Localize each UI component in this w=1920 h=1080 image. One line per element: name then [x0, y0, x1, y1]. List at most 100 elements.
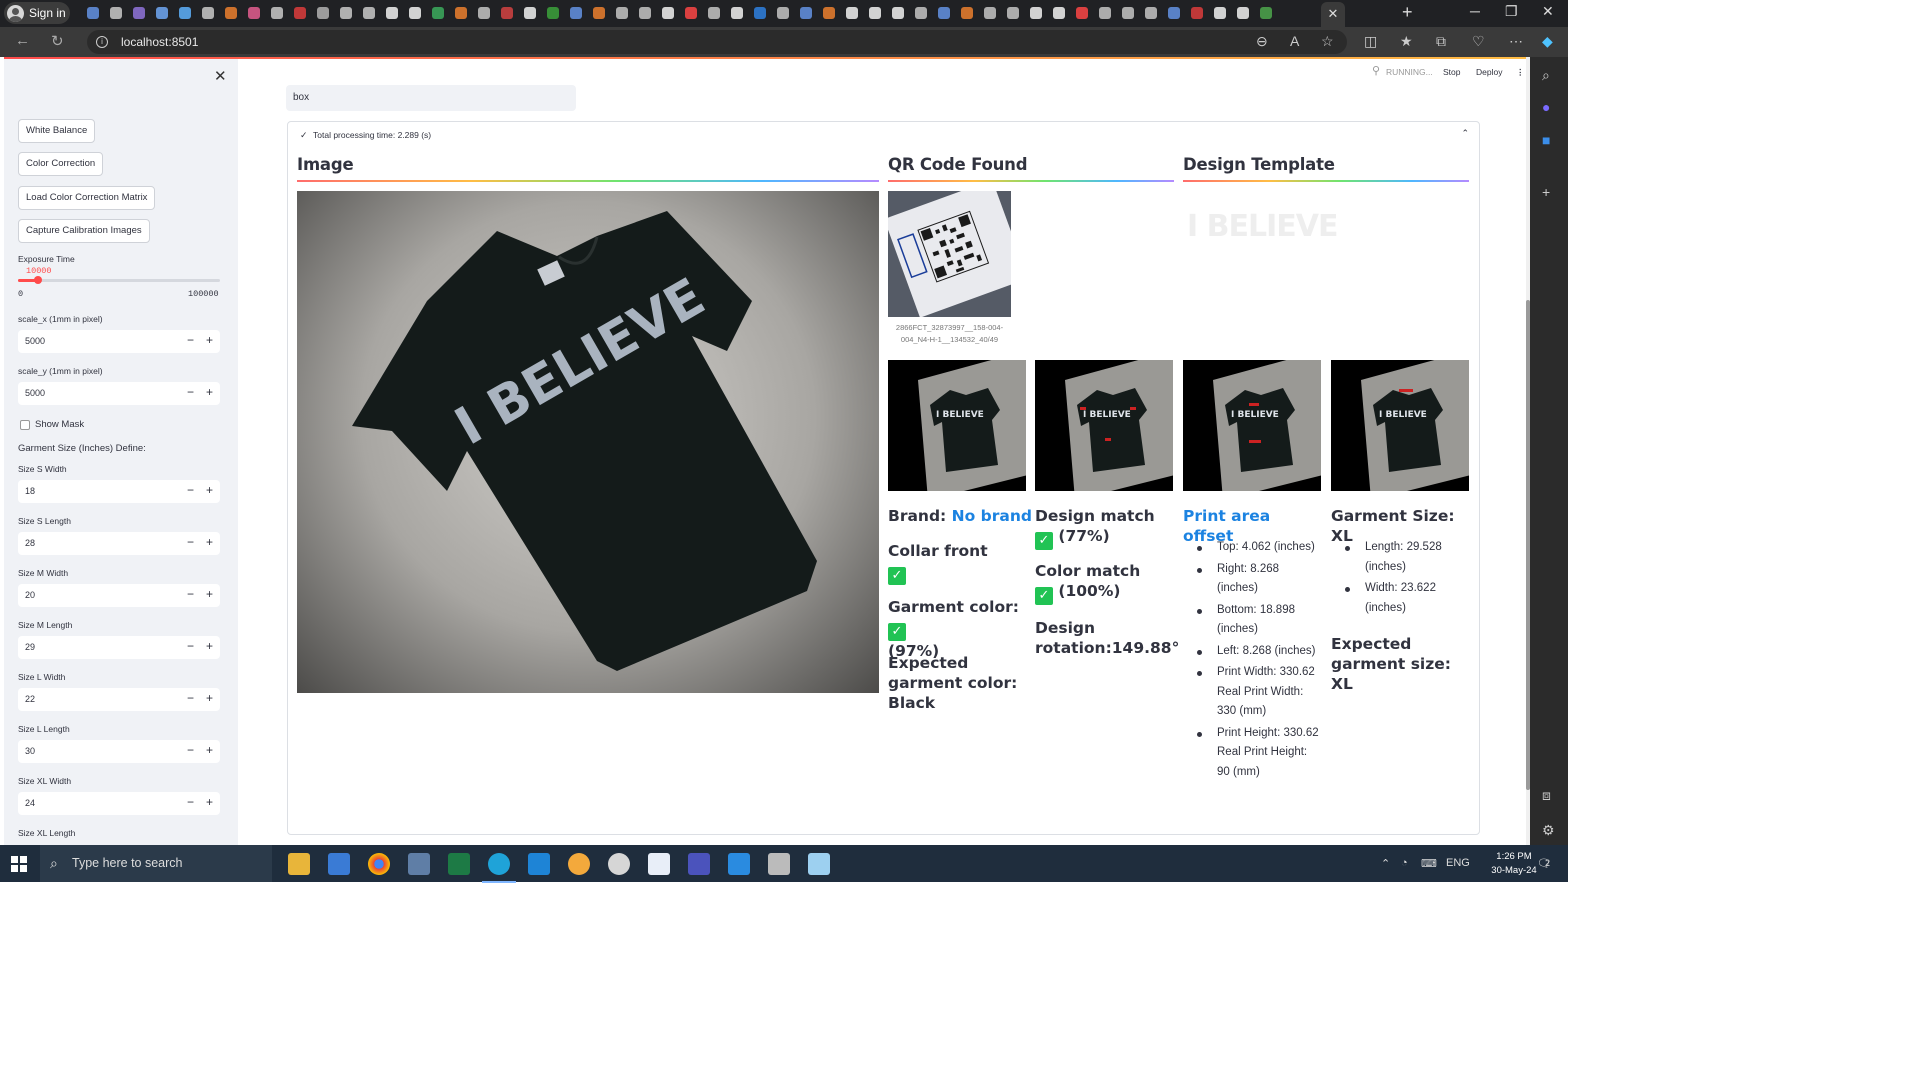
app-icon[interactable]: [768, 853, 790, 875]
tab-favicon-icon[interactable]: [912, 4, 930, 22]
white-balance-button[interactable]: White Balance: [18, 119, 96, 143]
refresh-icon[interactable]: ↻: [51, 32, 64, 50]
wifi-icon[interactable]: ◔: [1401, 857, 1408, 869]
file-explorer-icon[interactable]: [288, 853, 310, 875]
tab-favicons[interactable]: [84, 4, 1275, 22]
chevron-up-icon[interactable]: ⌃: [1461, 128, 1469, 139]
tab-favicon-icon[interactable]: [958, 4, 976, 22]
screenshot-icon[interactable]: ⧈: [1542, 787, 1551, 804]
increment-button[interactable]: +: [206, 691, 213, 705]
tab-favicon-icon[interactable]: [452, 4, 470, 22]
size-field-input[interactable]: 29 − +: [18, 636, 220, 659]
tab-favicon-icon[interactable]: [1050, 4, 1068, 22]
chart-app-icon[interactable]: [648, 853, 670, 875]
size-field-input[interactable]: 30 − +: [18, 740, 220, 763]
tab-favicon-icon[interactable]: [245, 4, 263, 22]
tab-favicon-icon[interactable]: [1119, 4, 1137, 22]
tab-favicon-icon[interactable]: [1165, 4, 1183, 22]
active-tab-close-icon[interactable]: ✕: [1321, 2, 1345, 27]
decrement-button[interactable]: −: [187, 587, 194, 601]
tab-favicon-icon[interactable]: [1211, 4, 1229, 22]
decrement-button[interactable]: −: [187, 535, 194, 549]
tab-favicon-icon[interactable]: [1004, 4, 1022, 22]
tab-favicon-icon[interactable]: [843, 4, 861, 22]
main-menu-icon[interactable]: ⋮: [1516, 67, 1525, 78]
size-field-input[interactable]: 24 − +: [18, 792, 220, 815]
tab-favicon-icon[interactable]: [153, 4, 171, 22]
tab-favicon-icon[interactable]: [935, 4, 953, 22]
decrement-button[interactable]: −: [187, 385, 194, 399]
tab-favicon-icon[interactable]: [268, 4, 286, 22]
teams-icon[interactable]: [688, 853, 710, 875]
size-field-input[interactable]: 18 − +: [18, 480, 220, 503]
taskbar-search[interactable]: ⌕ Type here to search: [40, 845, 272, 882]
increment-button[interactable]: +: [206, 333, 213, 347]
clock[interactable]: 1:26 PM 30-May-24: [1488, 850, 1540, 878]
show-mask-checkbox[interactable]: [20, 420, 30, 430]
tab-favicon-icon[interactable]: [314, 4, 332, 22]
exposure-time-slider[interactable]: [18, 276, 220, 284]
scale-x-input[interactable]: 5000 − +: [18, 330, 220, 353]
favorite-star-icon[interactable]: ☆: [1321, 33, 1334, 50]
keyboard-icon[interactable]: ⌨: [1421, 857, 1437, 870]
tab-favicon-icon[interactable]: [1096, 4, 1114, 22]
increment-button[interactable]: +: [206, 743, 213, 757]
store-icon[interactable]: [328, 853, 350, 875]
decrement-button[interactable]: −: [187, 483, 194, 497]
scale-y-input[interactable]: 5000 − +: [18, 382, 220, 405]
tab-favicon-icon[interactable]: [705, 4, 723, 22]
increment-button[interactable]: +: [206, 385, 213, 399]
tab-favicon-icon[interactable]: [751, 4, 769, 22]
stop-button[interactable]: Stop: [1443, 67, 1461, 77]
tab-favicon-icon[interactable]: [176, 4, 194, 22]
tab-favicon-icon[interactable]: [774, 4, 792, 22]
new-tab-icon[interactable]: +: [1402, 2, 1413, 23]
chrome-icon[interactable]: [368, 853, 390, 875]
windows-start-icon[interactable]: [11, 856, 27, 872]
tray-chevron-icon[interactable]: ⌃: [1381, 857, 1390, 870]
decrement-button[interactable]: −: [187, 795, 194, 809]
tab-favicon-icon[interactable]: [337, 4, 355, 22]
home-assistant-icon[interactable]: [568, 853, 590, 875]
increment-button[interactable]: +: [206, 587, 213, 601]
outlook-icon[interactable]: ■: [1542, 132, 1550, 148]
text-input[interactable]: box: [286, 85, 576, 111]
tab-favicon-icon[interactable]: [199, 4, 217, 22]
back-icon[interactable]: ←: [15, 32, 30, 49]
tab-favicon-icon[interactable]: [889, 4, 907, 22]
tab-favicon-icon[interactable]: [406, 4, 424, 22]
processing-status[interactable]: ✓ Total processing time: 2.289 (s): [300, 130, 431, 141]
tab-favicon-icon[interactable]: [544, 4, 562, 22]
tab-favicon-icon[interactable]: [1142, 4, 1160, 22]
tab-favicon-icon[interactable]: [498, 4, 516, 22]
increment-button[interactable]: +: [206, 639, 213, 653]
tab-favicon-icon[interactable]: [981, 4, 999, 22]
tab-favicon-icon[interactable]: [682, 4, 700, 22]
size-field-input[interactable]: 28 − +: [18, 532, 220, 555]
tab-favicon-icon[interactable]: [84, 4, 102, 22]
sidebar-settings-icon[interactable]: ⚙: [1542, 822, 1555, 839]
language-indicator[interactable]: ENG: [1446, 857, 1470, 869]
tab-favicon-icon[interactable]: [728, 4, 746, 22]
vscode-icon[interactable]: [528, 853, 550, 875]
add-icon[interactable]: +: [1542, 184, 1550, 200]
read-aloud-icon[interactable]: A: [1290, 33, 1299, 49]
tab-favicon-icon[interactable]: [222, 4, 240, 22]
slider-thumb[interactable]: [34, 276, 43, 284]
tab-favicon-icon[interactable]: [590, 4, 608, 22]
tab-favicon-icon[interactable]: [1257, 4, 1275, 22]
app-icon[interactable]: [608, 853, 630, 875]
tab-favicon-icon[interactable]: [866, 4, 884, 22]
tab-favicon-icon[interactable]: [383, 4, 401, 22]
increment-button[interactable]: +: [206, 795, 213, 809]
sign-in-button[interactable]: Sign in: [4, 2, 70, 24]
app-icon[interactable]: [808, 853, 830, 875]
edge-icon[interactable]: [482, 853, 516, 883]
restore-icon[interactable]: ❐: [1505, 3, 1518, 20]
url-field[interactable]: i localhost:8501: [87, 30, 1347, 54]
split-screen-icon[interactable]: ◫: [1364, 33, 1377, 50]
decrement-button[interactable]: −: [187, 333, 194, 347]
copilot-sidebar-icon[interactable]: ●: [1542, 99, 1550, 115]
increment-button[interactable]: +: [206, 483, 213, 497]
size-field-input[interactable]: 20 − +: [18, 584, 220, 607]
